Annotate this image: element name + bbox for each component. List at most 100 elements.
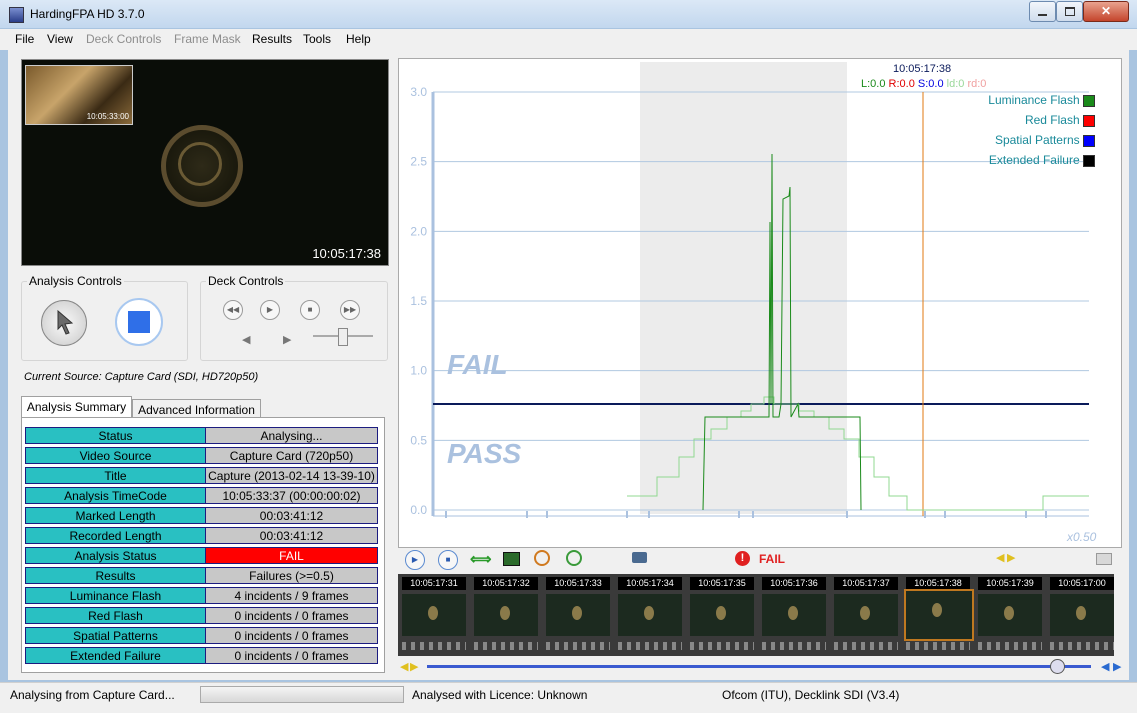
menu-frame-mask[interactable]: Frame Mask <box>174 32 241 46</box>
previous-incident-icon[interactable]: ◀ <box>996 551 1004 564</box>
menu-deck-controls[interactable]: Deck Controls <box>86 32 161 46</box>
filmstrip-frame[interactable]: 10:05:17:00 <box>1046 574 1116 656</box>
frame-emblem <box>428 606 438 620</box>
zoom-out-icon[interactable] <box>534 550 550 566</box>
filmstrip-frame[interactable]: 10:05:17:39 <box>974 574 1044 656</box>
timeline-scrubber-handle[interactable] <box>1050 659 1065 674</box>
scrub-right-icon[interactable]: ▶ <box>410 660 418 673</box>
close-button[interactable]: ✕ <box>1083 1 1129 22</box>
stop-icon <box>128 311 150 333</box>
page-right-icon[interactable]: ▶ <box>1113 660 1121 673</box>
sprocket-holes <box>690 642 754 650</box>
menu-results[interactable]: Results <box>252 32 292 46</box>
timeline-scrubber-track[interactable] <box>427 665 1091 668</box>
maximize-button[interactable] <box>1056 1 1083 22</box>
frame-emblem <box>644 606 654 620</box>
frame-emblem <box>716 606 726 620</box>
video-thumbnail: 10:05:33:00 <box>25 65 133 125</box>
app-icon <box>9 7 24 23</box>
play-button[interactable]: ▶ <box>260 300 280 320</box>
frame-emblem <box>1004 606 1014 620</box>
camera-icon[interactable] <box>632 552 647 563</box>
video-preview: 10:05:33:00 10:05:17:38 <box>21 59 389 266</box>
frame-timecode: 10:05:17:35 <box>690 577 754 590</box>
table-row: Marked Length 00:03:41:12 <box>25 507 378 524</box>
table-row: Red Flash 0 incidents / 0 frames <box>25 607 378 624</box>
frame-timecode: 10:05:17:36 <box>762 577 826 590</box>
fit-width-icon[interactable]: ⟺ <box>470 550 492 568</box>
menu-tools[interactable]: Tools <box>303 32 331 46</box>
row-label: Status <box>25 427 206 444</box>
table-row: Status Analysing... <box>25 427 378 444</box>
row-label: Analysis Status <box>25 547 206 564</box>
frame-thumbnail <box>690 594 754 636</box>
step-forward-icon[interactable]: ▶ <box>283 333 291 346</box>
filmstrip-frame[interactable]: 10:05:17:35 <box>686 574 756 656</box>
filmstrip: 10:05:17:31 10:05:17:32 10:05:17:33 10:05:1… <box>398 574 1114 656</box>
shuttle-slider-handle[interactable] <box>338 328 348 346</box>
row-value: 0 incidents / 0 frames <box>205 627 378 644</box>
device-status: Ofcom (ITU), Decklink SDI (V3.4) <box>722 688 900 702</box>
frame-timecode: 10:05:17:39 <box>978 577 1042 590</box>
row-value: FAIL <box>205 547 378 564</box>
row-label: Marked Length <box>25 507 206 524</box>
menu-help[interactable]: Help <box>346 32 371 46</box>
frame-timecode: 10:05:17:32 <box>474 577 538 590</box>
step-back-icon[interactable]: ◀ <box>242 333 250 346</box>
frame-emblem <box>500 606 510 620</box>
frame-emblem <box>788 606 798 620</box>
cursor-icon <box>57 309 74 335</box>
readout-luminance: L:0.0 <box>861 78 886 90</box>
frame-thumbnail <box>978 594 1042 636</box>
stop-analysis-button[interactable] <box>115 298 163 346</box>
row-value: 0 incidents / 0 frames <box>205 607 378 624</box>
readout-rd: rd:0 <box>967 78 987 90</box>
minimize-button[interactable] <box>1029 1 1056 22</box>
play-graph-button[interactable]: ▶ <box>405 550 425 570</box>
filmstrip-frame[interactable]: 10:05:17:36 <box>758 574 828 656</box>
fast-forward-button[interactable]: ▶▶ <box>340 300 360 320</box>
menu-view[interactable]: View <box>47 32 73 46</box>
table-row: Recorded Length 00:03:41:12 <box>25 527 378 544</box>
row-label: Video Source <box>25 447 206 464</box>
page-left-icon[interactable]: ◀ <box>1101 660 1109 673</box>
window-title: HardingFPA HD 3.7.0 <box>30 7 145 21</box>
frame-emblem <box>1076 606 1086 620</box>
row-value: 00:03:41:12 <box>205 527 378 544</box>
status-bar: Analysing from Capture Card... Analysed … <box>0 682 1137 713</box>
stop-graph-button[interactable]: ■ <box>438 550 458 570</box>
row-value: 0 incidents / 0 frames <box>205 647 378 664</box>
stop-deck-button[interactable]: ■ <box>300 300 320 320</box>
frame-thumbnail <box>618 594 682 636</box>
frame-thumbnail <box>762 594 826 636</box>
filmstrip-icon[interactable] <box>503 552 520 566</box>
next-incident-icon[interactable]: ▶ <box>1007 551 1015 564</box>
row-label: Results <box>25 567 206 584</box>
frame-thumbnail <box>1050 594 1114 636</box>
filmstrip-frame[interactable]: 10:05:17:33 <box>542 574 612 656</box>
filmstrip-frame[interactable]: 10:05:17:37 <box>830 574 900 656</box>
row-label: Luminance Flash <box>25 587 206 604</box>
zoom-in-icon[interactable] <box>566 550 582 566</box>
row-label: Red Flash <box>25 607 206 624</box>
readout-red: R:0.0 <box>888 78 915 90</box>
frame-thumbnail <box>402 594 466 636</box>
rewind-button[interactable]: ◀◀ <box>223 300 243 320</box>
frame-thumbnail <box>904 589 974 641</box>
filmstrip-frame[interactable]: 10:05:17:34 <box>614 574 684 656</box>
menu-file[interactable]: File <box>15 32 34 46</box>
y-tick-label: 2.0 <box>410 224 427 238</box>
menu-bar: File View Deck Controls Frame Mask Resul… <box>0 29 1137 50</box>
scrub-left-icon[interactable]: ◀ <box>400 660 408 673</box>
frame-thumbnail <box>546 594 610 636</box>
start-analysis-button[interactable] <box>41 300 87 346</box>
filmstrip-frame[interactable]: 10:05:17:32 <box>470 574 540 656</box>
sprocket-holes <box>402 642 466 650</box>
row-label: Extended Failure <box>25 647 206 664</box>
filmstrip-frame[interactable]: 10:05:17:31 <box>398 574 468 656</box>
folder-icon[interactable] <box>1096 553 1112 565</box>
row-value: Capture (2013-02-14 13-39-10) <box>205 467 378 484</box>
filmstrip-frame[interactable]: 10:05:17:38 <box>902 574 974 656</box>
frame-timecode: 10:05:17:34 <box>618 577 682 590</box>
frame-emblem <box>860 606 870 620</box>
